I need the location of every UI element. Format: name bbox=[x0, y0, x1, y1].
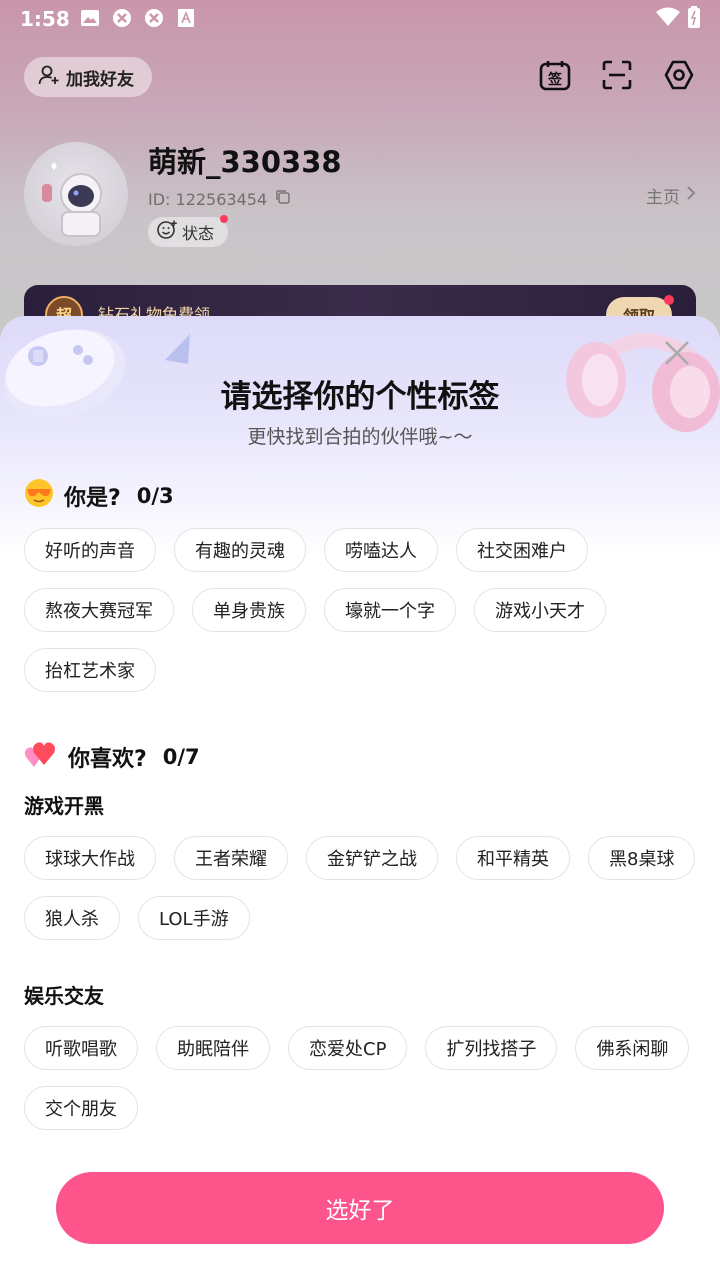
tag-chip[interactable]: 唠嗑达人 bbox=[324, 528, 438, 572]
status-bar: 1:58 bbox=[0, 0, 720, 36]
scan-icon[interactable] bbox=[600, 58, 634, 92]
tag-chip[interactable]: 恋爱处CP bbox=[288, 1026, 408, 1070]
add-friend-label: 加我好友 bbox=[66, 69, 134, 90]
status-label: 状态 bbox=[182, 224, 215, 243]
wifi-icon bbox=[656, 7, 680, 32]
font-icon bbox=[176, 8, 196, 28]
nickname: 萌新_330338 bbox=[148, 145, 342, 179]
sign-in-icon[interactable]: 签 bbox=[538, 58, 572, 92]
tag-chip[interactable]: 听歌唱歌 bbox=[24, 1026, 138, 1070]
close-icon[interactable] bbox=[662, 338, 692, 368]
battery-icon bbox=[688, 6, 700, 33]
svg-text:签: 签 bbox=[547, 71, 563, 88]
section-you-are-count: 0/3 bbox=[136, 484, 174, 508]
banner-notification-dot bbox=[664, 295, 674, 305]
sheet-subtitle: 更快找到合拍的伙伴哦~〜 bbox=[247, 426, 473, 448]
tag-chip[interactable]: 好听的声音 bbox=[24, 528, 156, 572]
sunglasses-emoji-icon bbox=[24, 478, 54, 514]
hearts-emoji-icon bbox=[24, 739, 58, 775]
user-id-text: ID: 122563454 bbox=[148, 189, 268, 209]
section-you-are-label: 你是? bbox=[64, 486, 121, 511]
tag-chip[interactable]: 交个朋友 bbox=[24, 1086, 138, 1130]
tag-chip[interactable]: 抬杠艺术家 bbox=[24, 648, 156, 692]
tag-chip[interactable]: 和平精英 bbox=[456, 836, 570, 880]
user-id: ID: 122563454 bbox=[148, 189, 291, 209]
tag-chip[interactable]: LOL手游 bbox=[138, 896, 250, 940]
section-you-like-count: 0/7 bbox=[162, 745, 200, 769]
you-are-tag-list: 好听的声音 有趣的灵魂 唠嗑达人 社交困难户 熬夜大赛冠军 单身贵族 壕就一个字… bbox=[24, 528, 704, 692]
image-icon bbox=[80, 8, 100, 28]
tag-chip[interactable]: 社交困难户 bbox=[456, 528, 588, 572]
status-time: 1:58 bbox=[20, 7, 70, 31]
section-you-like-label: 你喜欢? bbox=[68, 747, 147, 772]
entertainment-tag-list: 听歌唱歌 助眠陪伴 恋爱处CP 扩列找搭子 佛系闲聊 交个朋友 bbox=[24, 1026, 704, 1130]
status-chip[interactable]: 状态 bbox=[148, 215, 228, 247]
tag-chip[interactable]: 黑8桌球 bbox=[588, 836, 696, 880]
avatar[interactable] bbox=[24, 142, 128, 246]
copy-icon[interactable] bbox=[275, 189, 291, 209]
sync-icon bbox=[112, 8, 132, 28]
status-notification-dot bbox=[220, 215, 228, 223]
add-user-icon bbox=[38, 64, 60, 91]
chevron-right-icon bbox=[686, 185, 696, 206]
tag-chip[interactable]: 球球大作战 bbox=[24, 836, 156, 880]
tag-chip[interactable]: 狼人杀 bbox=[24, 896, 120, 940]
homepage-link[interactable]: 主页 bbox=[646, 183, 696, 208]
tag-chip[interactable]: 金铲铲之战 bbox=[306, 836, 438, 880]
tag-chip[interactable]: 有趣的灵魂 bbox=[174, 528, 306, 572]
tag-chip[interactable]: 王者荣耀 bbox=[174, 836, 288, 880]
tag-chip[interactable]: 佛系闲聊 bbox=[575, 1026, 690, 1070]
gaming-tag-list: 球球大作战 王者荣耀 金铲铲之战 和平精英 黑8桌球 狼人杀 LOL手游 bbox=[24, 836, 704, 940]
group-title-entertainment: 娱乐交友 bbox=[24, 984, 104, 1008]
tag-chip[interactable]: 壕就一个字 bbox=[324, 588, 456, 632]
tag-chip[interactable]: 扩列找搭子 bbox=[425, 1026, 558, 1070]
sync-icon bbox=[144, 8, 164, 28]
settings-icon[interactable] bbox=[662, 58, 696, 92]
section-you-like-header: 你喜欢? 0/7 bbox=[24, 739, 200, 775]
add-friend-button[interactable]: 加我好友 bbox=[24, 57, 152, 97]
smile-add-icon bbox=[156, 219, 178, 245]
tag-chip[interactable]: 助眠陪伴 bbox=[156, 1026, 270, 1070]
tag-chip[interactable]: 熬夜大赛冠军 bbox=[24, 588, 174, 632]
section-you-are-header: 你是? 0/3 bbox=[24, 478, 174, 514]
sheet-title: 请选择你的个性标签 bbox=[220, 379, 500, 415]
homepage-label: 主页 bbox=[646, 188, 680, 208]
tag-chip[interactable]: 单身贵族 bbox=[192, 588, 306, 632]
tag-selection-sheet: 请选择你的个性标签 更快找到合拍的伙伴哦~〜 你是? 0/3 好听的声音 有趣的… bbox=[0, 316, 720, 1280]
group-title-gaming: 游戏开黑 bbox=[24, 794, 104, 818]
tag-chip[interactable]: 游戏小天才 bbox=[474, 588, 606, 632]
confirm-button[interactable]: 选好了 bbox=[56, 1172, 664, 1244]
